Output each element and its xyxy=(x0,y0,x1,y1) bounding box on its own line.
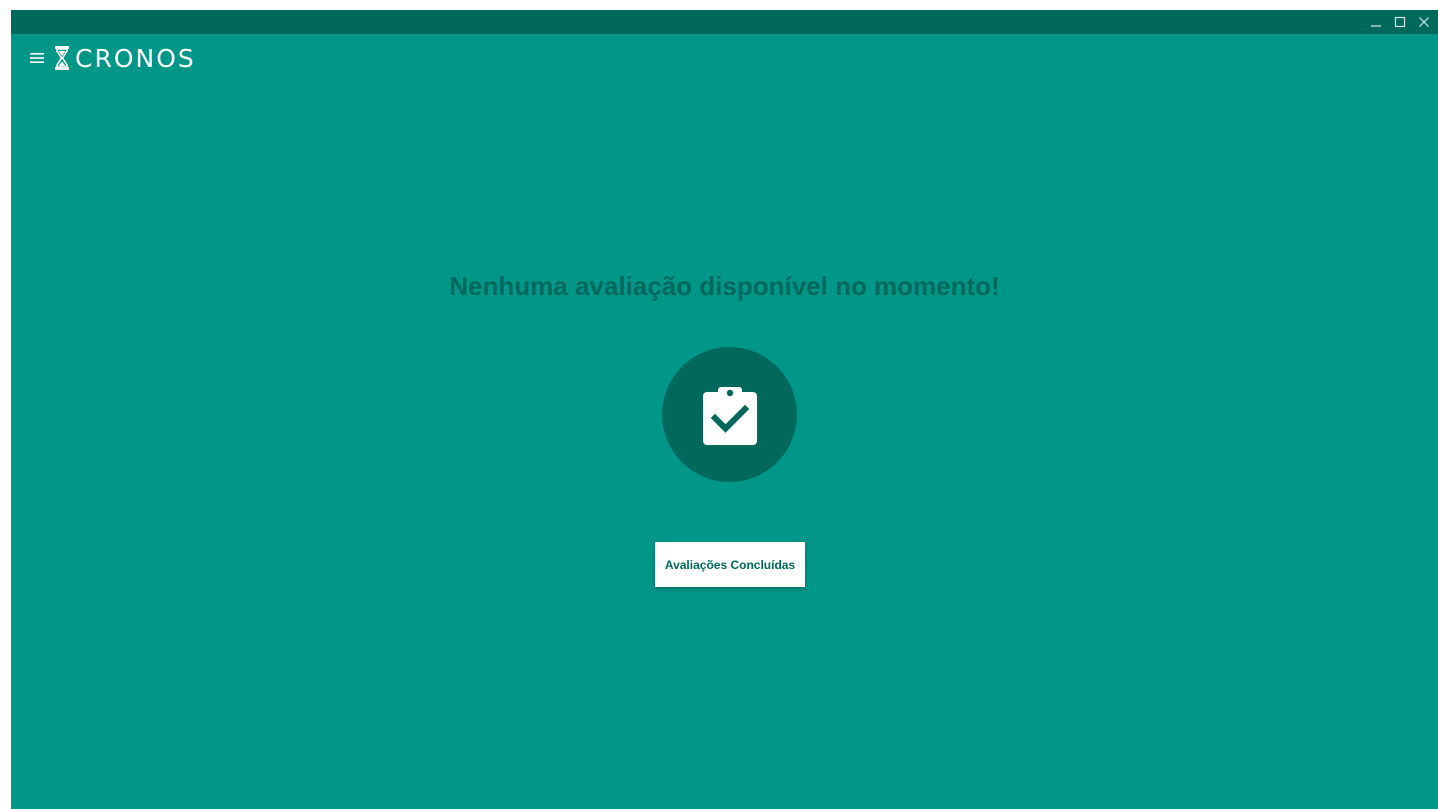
close-button[interactable] xyxy=(1412,10,1436,34)
close-icon xyxy=(1419,17,1429,27)
minimize-icon xyxy=(1371,25,1381,27)
menu-button[interactable] xyxy=(23,44,51,72)
clipboard-check-icon xyxy=(702,386,757,445)
app-bar: CRONOS xyxy=(11,34,1438,82)
app-name: CRONOS xyxy=(75,43,196,73)
hamburger-menu-icon xyxy=(30,53,44,63)
minimize-button[interactable] xyxy=(1364,10,1388,34)
status-badge xyxy=(662,347,797,482)
title-bar xyxy=(11,10,1438,34)
app-window: CRONOS Nenhuma avaliação disponível no m… xyxy=(11,10,1438,809)
maximize-icon xyxy=(1394,16,1406,28)
maximize-button[interactable] xyxy=(1388,10,1412,34)
app-logo: CRONOS xyxy=(55,46,196,71)
window-controls xyxy=(1364,10,1436,34)
empty-state-message: Nenhuma avaliação disponível no momento! xyxy=(449,271,1000,301)
completed-evaluations-button[interactable]: Avaliações Concluídas xyxy=(655,542,805,587)
hourglass-icon xyxy=(55,46,69,70)
